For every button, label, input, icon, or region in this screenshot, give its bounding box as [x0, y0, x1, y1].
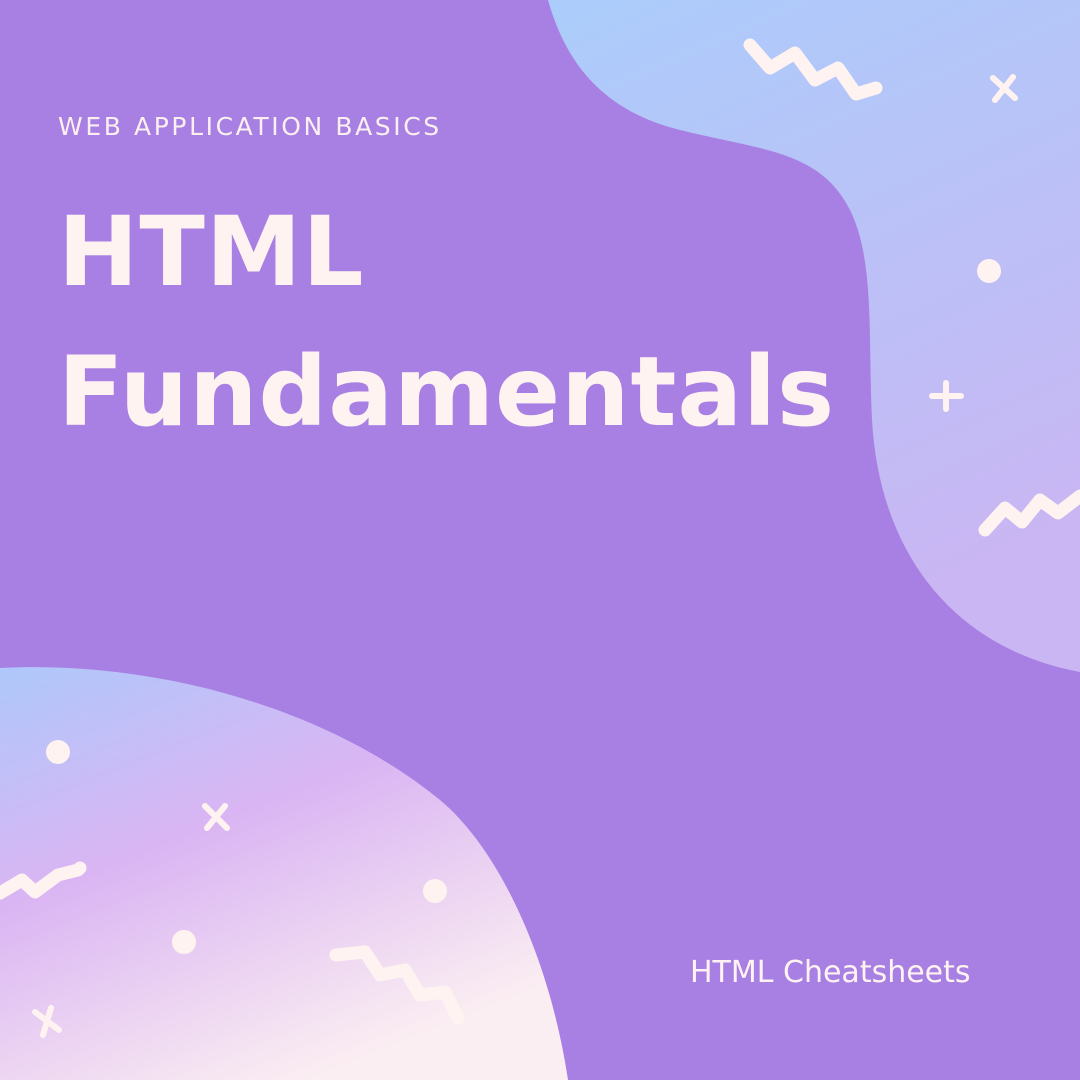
footer-caption: HTML Cheatsheets: [690, 955, 971, 990]
title-line-2: Fundamentals: [58, 336, 836, 448]
dot-icon: [172, 930, 196, 954]
bottom-left-blob: [0, 667, 568, 1080]
dot-icon: [423, 879, 447, 903]
title-line-1: HTML: [58, 196, 365, 308]
background-art: [0, 0, 1080, 1080]
eyebrow-label: WEB APPLICATION BASICS: [58, 112, 442, 141]
dot-icon: [977, 259, 1001, 283]
cheatsheet-card: WEB APPLICATION BASICS HTML Fundamentals…: [0, 0, 1080, 1080]
dot-icon: [46, 740, 70, 764]
page-title: HTML Fundamentals: [58, 182, 835, 462]
